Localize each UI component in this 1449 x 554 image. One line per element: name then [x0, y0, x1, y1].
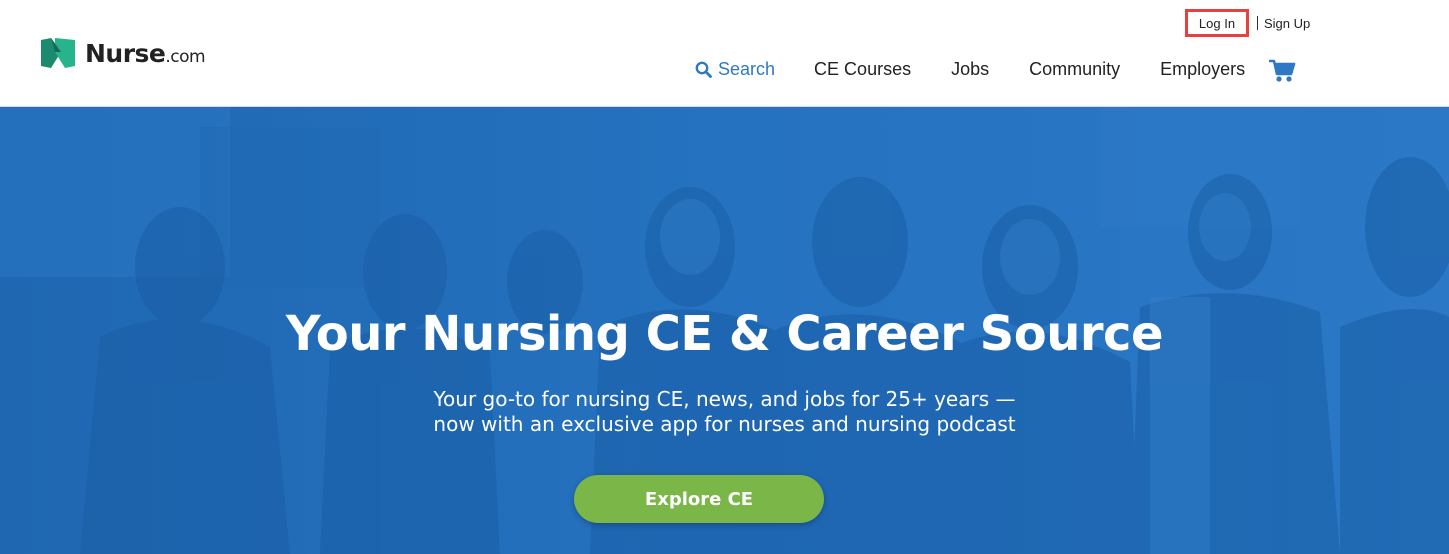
- utility-divider: [1257, 16, 1258, 30]
- hero-section: Your Nursing CE & Career Source Your go-…: [0, 107, 1449, 554]
- login-link[interactable]: Log In: [1185, 9, 1249, 37]
- site-logo[interactable]: Nurse.com: [41, 38, 206, 68]
- nav-employers[interactable]: Employers: [1160, 59, 1245, 80]
- logo-wordmark: Nurse.com: [85, 38, 206, 68]
- nav-jobs[interactable]: Jobs: [951, 59, 989, 80]
- nav-search[interactable]: Search: [695, 59, 775, 80]
- hero-title: Your Nursing CE & Career Source: [285, 306, 1164, 362]
- login-label: Log In: [1198, 15, 1236, 31]
- main-nav: Search CE Courses Jobs Community Employe…: [695, 59, 1245, 80]
- cart-icon[interactable]: [1269, 58, 1296, 84]
- nurse-logo-icon: [41, 38, 75, 68]
- search-icon: [695, 61, 712, 78]
- explore-ce-button[interactable]: Explore CE: [574, 475, 824, 523]
- utility-nav: Log In Sign Up: [1185, 9, 1310, 37]
- site-header: Nurse.com Log In Sign Up Search CE Cours…: [0, 0, 1449, 107]
- signup-link[interactable]: Sign Up: [1264, 16, 1310, 31]
- hero-subtitle: Your go-to for nursing CE, news, and job…: [0, 387, 1449, 437]
- nav-ce-courses[interactable]: CE Courses: [814, 59, 911, 80]
- nav-search-label: Search: [718, 59, 776, 79]
- nav-community[interactable]: Community: [1029, 59, 1120, 80]
- explore-ce-label: Explore CE: [644, 488, 754, 510]
- hero-subtitle-line-1: Your go-to for nursing CE, news, and job…: [433, 387, 1016, 411]
- hero-subtitle-line-2: now with an exclusive app for nurses and…: [433, 412, 1016, 436]
